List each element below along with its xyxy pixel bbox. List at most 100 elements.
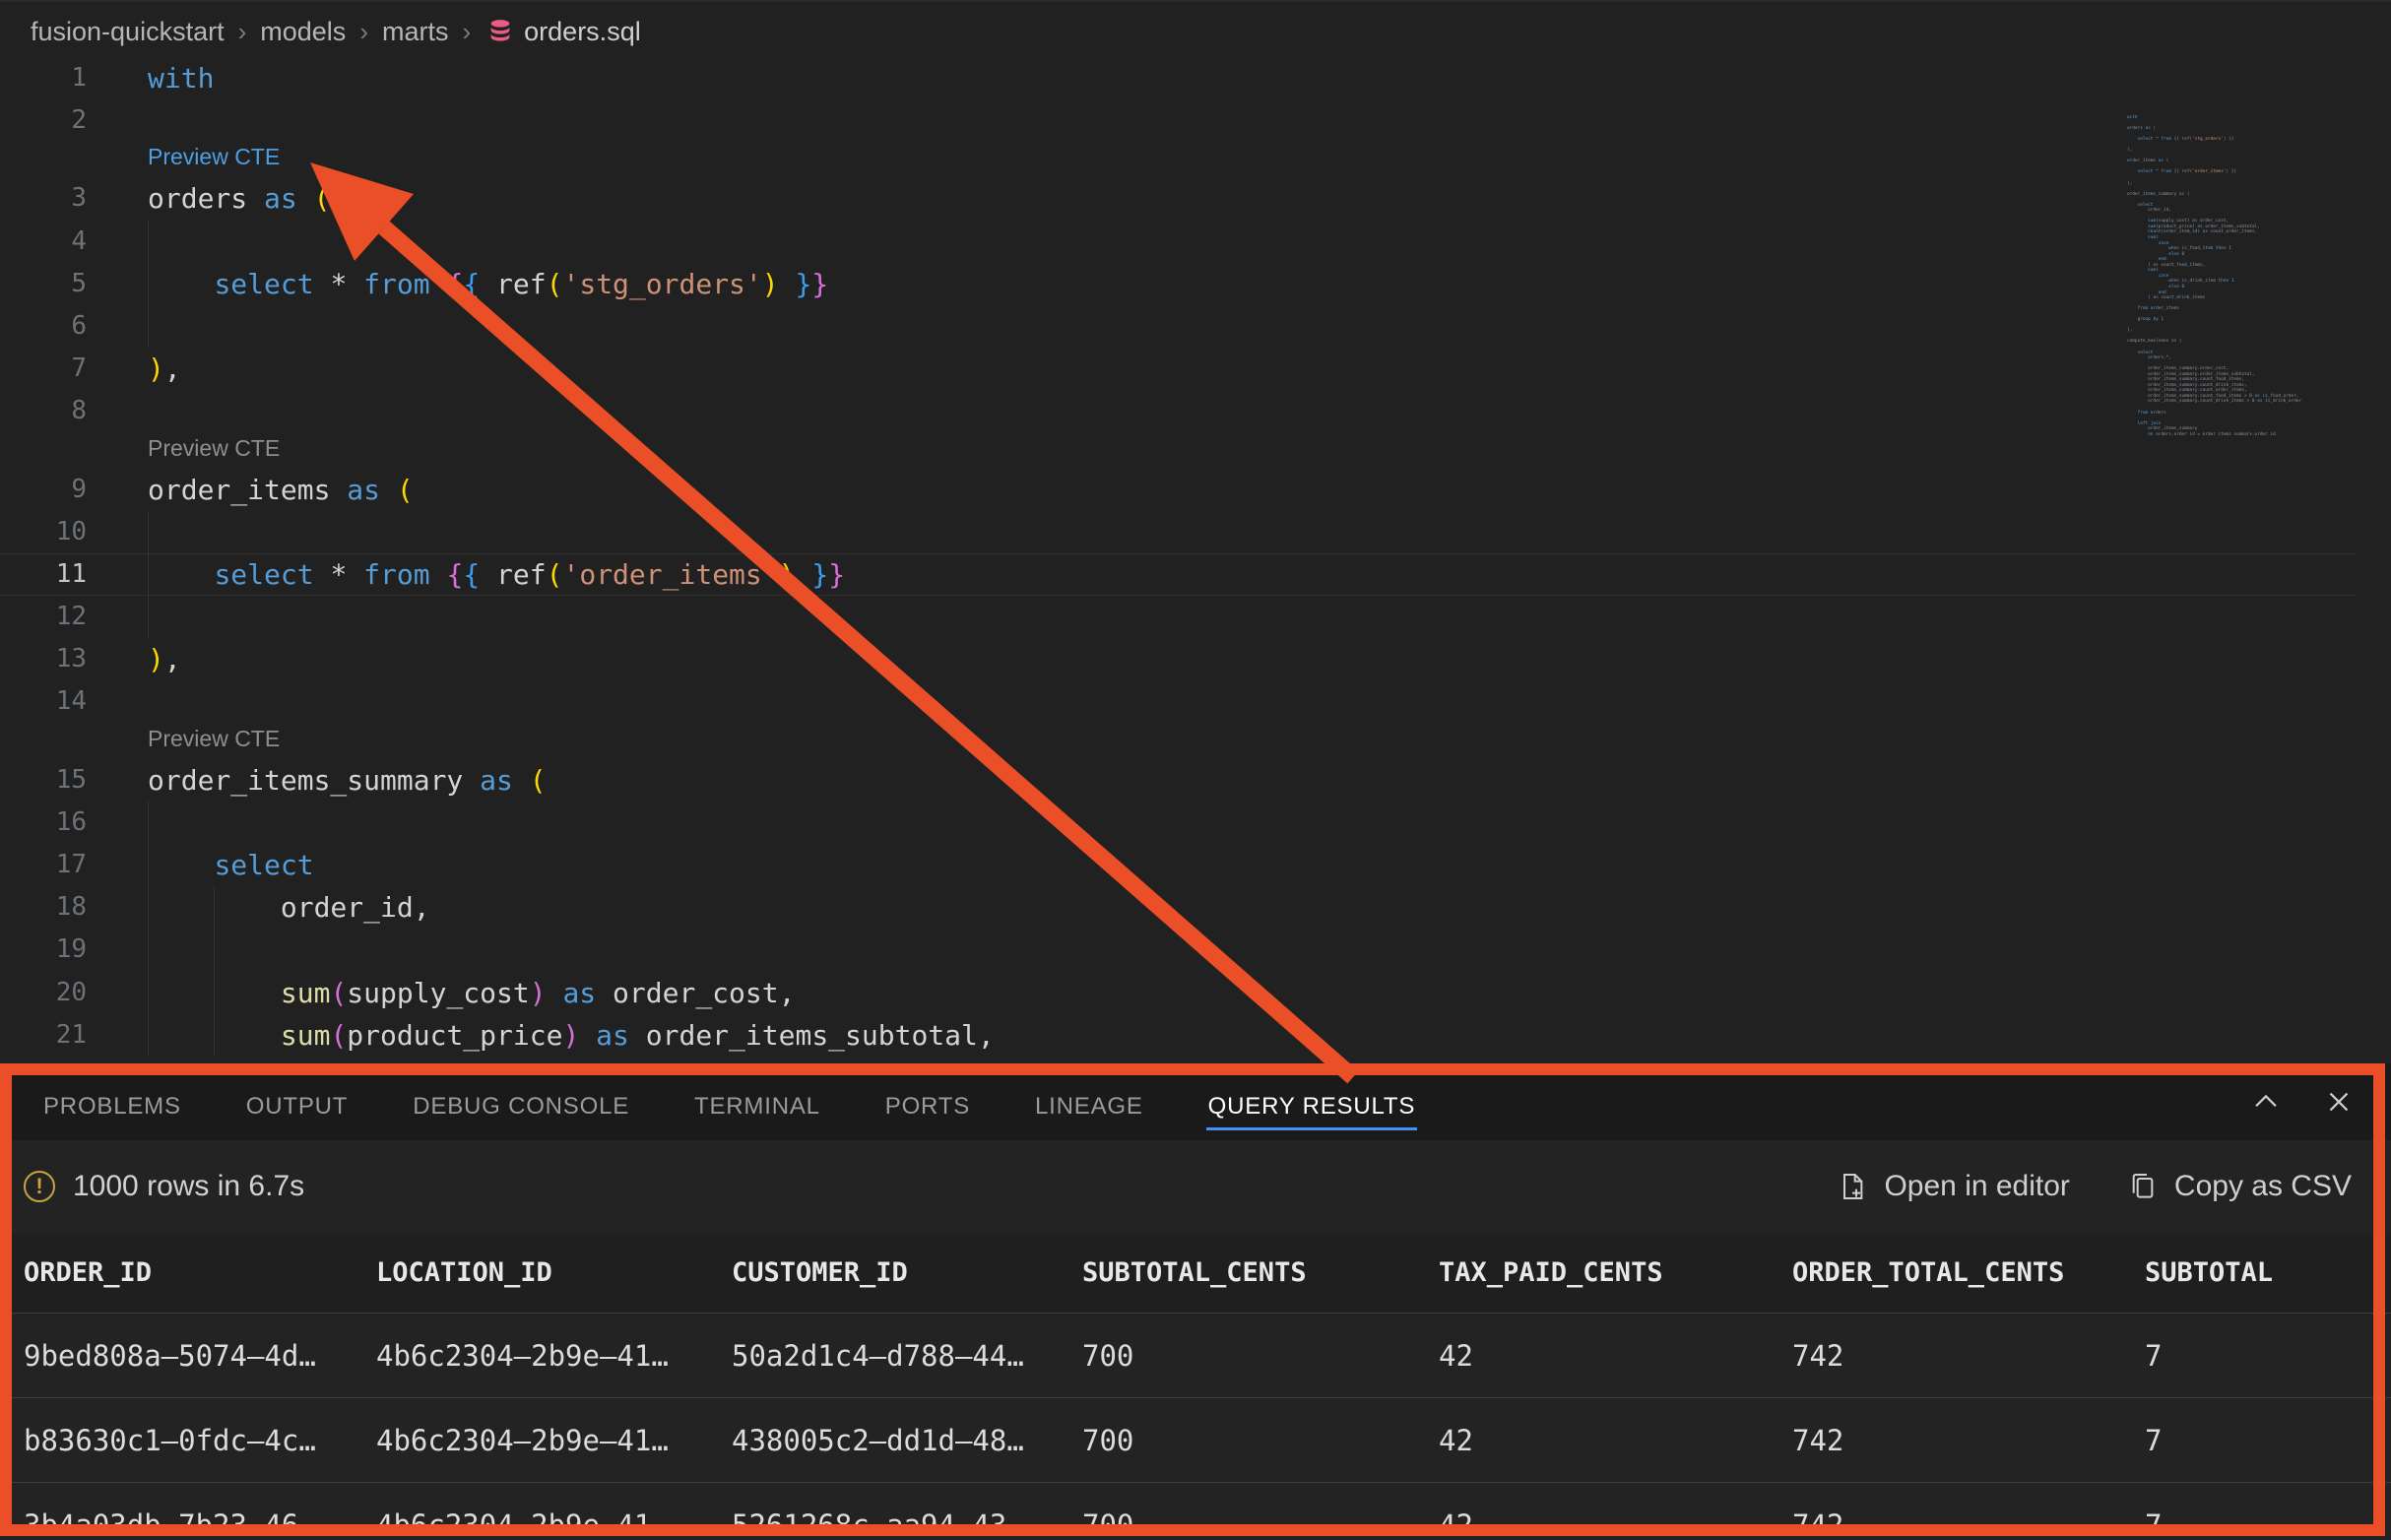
results-toolbar: ! 1000 rows in 6.7s Open in editor Copy …	[0, 1140, 2391, 1233]
minimap-content: with orders as ( select * from {{ ref('s…	[2127, 115, 2354, 435]
breadcrumb-separator: ›	[359, 17, 368, 47]
close-icon[interactable]	[2322, 1085, 2356, 1119]
code-editor[interactable]: 1with2Preview CTE3orders as (45 select *…	[0, 61, 2357, 1063]
breadcrumb-item[interactable]: models	[260, 17, 346, 47]
table-cell: 5261268c–aa94–43	[732, 1508, 1082, 1540]
panel-tab-ports[interactable]: PORTS	[883, 1083, 972, 1132]
table-row[interactable]: 9bed808a–5074–4d…4b6c2304–2b9e–41…50a2d1…	[0, 1313, 2391, 1397]
table-cell: 700	[1082, 1508, 1439, 1540]
code-text: ),	[148, 638, 181, 680]
panel-tab-terminal[interactable]: TERMINAL	[692, 1083, 822, 1132]
code-line[interactable]: 11 select * from {{ ref('order_items') }…	[0, 553, 2357, 596]
breadcrumb-separator: ›	[462, 17, 471, 47]
column-header[interactable]: ORDER_TOTAL_CENTS	[1792, 1257, 2145, 1288]
table-body: 9bed808a–5074–4d…4b6c2304–2b9e–41…50a2d1…	[0, 1313, 2391, 1540]
preview-cte-codelens[interactable]: Preview CTE	[148, 435, 280, 462]
panel-tab-bar: PROBLEMS OUTPUT DEBUG CONSOLE TERMINAL PORTS…	[0, 1075, 2391, 1140]
panel-tab-problems[interactable]: PROBLEMS	[41, 1083, 183, 1132]
table-cell: b83630c1–0fdc–4c…	[24, 1424, 376, 1457]
vscode-window: fusion-quickstart›models›marts› orders.s…	[0, 0, 2391, 1540]
breadcrumb-item[interactable]: fusion-quickstart	[31, 17, 225, 47]
minimap[interactable]: with orders as ( select * from {{ ref('s…	[2127, 115, 2354, 435]
file-plus-icon	[1837, 1171, 1868, 1202]
column-header[interactable]: SUBTOTAL	[2145, 1257, 2391, 1288]
panel-tab-query-results[interactable]: QUERY RESULTS	[1206, 1083, 1417, 1132]
table-cell: 7	[2145, 1424, 2391, 1457]
chevron-up-icon[interactable]	[2249, 1085, 2283, 1119]
table-cell: 42	[1439, 1339, 1792, 1373]
preview-cte-codelens[interactable]: Preview CTE	[148, 726, 280, 752]
line-number: 6	[0, 305, 87, 348]
codelens-row: Preview CTE	[0, 724, 2357, 759]
code-line[interactable]: 20 sum(supply_cost) as order_cost,	[0, 972, 2357, 1014]
code-line[interactable]: 1with	[0, 61, 2357, 99]
panel-tab-output[interactable]: OUTPUT	[244, 1083, 350, 1132]
indent-guide	[148, 221, 149, 263]
code-lines: 1with2Preview CTE3orders as (45 select *…	[0, 61, 2357, 1057]
line-number: 12	[0, 596, 87, 638]
table-cell: 438005c2–dd1d–48…	[732, 1424, 1082, 1457]
code-line[interactable]: 18 order_id,	[0, 886, 2357, 929]
query-status: ! 1000 rows in 6.7s	[24, 1170, 304, 1203]
column-header[interactable]: LOCATION_ID	[376, 1257, 732, 1288]
line-number: 15	[0, 759, 87, 802]
indent-guide	[148, 511, 149, 553]
code-text: with	[148, 61, 214, 99]
preview-cte-codelens[interactable]: Preview CTE	[148, 144, 280, 170]
table-cell: 742	[1792, 1508, 2145, 1540]
code-text: ),	[148, 348, 181, 390]
code-text: select	[148, 844, 314, 886]
breadcrumb-item[interactable]: marts	[382, 17, 449, 47]
code-line[interactable]: 9order_items as (	[0, 469, 2357, 511]
code-line[interactable]: 19	[0, 929, 2357, 971]
code-text: select * from {{ ref('order_items') }}	[148, 553, 845, 596]
code-line[interactable]: 2	[0, 99, 2357, 142]
column-header[interactable]: SUBTOTAL_CENTS	[1082, 1257, 1439, 1288]
line-number: 14	[0, 680, 87, 723]
code-line[interactable]: 8	[0, 390, 2357, 432]
code-line[interactable]: 7),	[0, 348, 2357, 390]
code-text: sum(product_price) as order_items_subtot…	[148, 1014, 995, 1057]
code-line[interactable]: 10	[0, 511, 2357, 553]
copy-as-csv-label: Copy as CSV	[2174, 1170, 2352, 1203]
table-cell: 700	[1082, 1424, 1439, 1457]
codelens-row: Preview CTE	[0, 142, 2357, 177]
code-line[interactable]: 14	[0, 680, 2357, 723]
table-cell: 3b4a03db–7b23–46	[24, 1508, 376, 1540]
indent-guide	[148, 802, 149, 844]
line-number: 7	[0, 348, 87, 390]
panel-tab-lineage[interactable]: LINEAGE	[1033, 1083, 1145, 1132]
column-header[interactable]: CUSTOMER_ID	[732, 1257, 1082, 1288]
code-line[interactable]: 21 sum(product_price) as order_items_sub…	[0, 1014, 2357, 1057]
table-cell: 742	[1792, 1339, 2145, 1373]
line-number: 10	[0, 511, 87, 553]
line-number: 4	[0, 221, 87, 263]
table-row[interactable]: b83630c1–0fdc–4c…4b6c2304–2b9e–41…438005…	[0, 1397, 2391, 1482]
panel-tab-debug-console[interactable]: DEBUG CONSOLE	[411, 1083, 631, 1132]
code-line[interactable]: 17 select	[0, 844, 2357, 886]
code-line[interactable]: 5 select * from {{ ref('stg_orders') }}	[0, 263, 2357, 305]
code-line[interactable]: 4	[0, 221, 2357, 263]
table-cell: 4b6c2304–2b9e–41…	[376, 1424, 732, 1457]
code-line[interactable]: 16	[0, 802, 2357, 844]
table-row[interactable]: 3b4a03db–7b23–464b6c2304–2b9e–415261268c…	[0, 1482, 2391, 1540]
code-line[interactable]: 12	[0, 596, 2357, 638]
code-text: sum(supply_cost) as order_cost,	[148, 972, 795, 1014]
code-line[interactable]: 6	[0, 305, 2357, 348]
bottom-panel: PROBLEMS OUTPUT DEBUG CONSOLE TERMINAL PORTS…	[0, 1063, 2391, 1540]
column-header[interactable]: TAX_PAID_CENTS	[1439, 1257, 1792, 1288]
breadcrumb-file[interactable]: orders.sql	[524, 17, 641, 47]
line-number: 21	[0, 1014, 87, 1057]
table-cell: 7	[2145, 1508, 2391, 1540]
table-cell: 7	[2145, 1339, 2391, 1373]
copy-as-csv-button[interactable]: Copy as CSV	[2127, 1170, 2352, 1203]
code-line[interactable]: 3orders as (	[0, 177, 2357, 220]
code-text: order_items as (	[148, 469, 414, 511]
table-cell: 42	[1439, 1508, 1792, 1540]
indent-guide	[148, 929, 149, 971]
code-line[interactable]: 15order_items_summary as (	[0, 759, 2357, 802]
code-line[interactable]: 13),	[0, 638, 2357, 680]
open-in-editor-button[interactable]: Open in editor	[1837, 1170, 2069, 1203]
code-text: order_id,	[148, 886, 430, 929]
column-header[interactable]: ORDER_ID	[24, 1257, 376, 1288]
